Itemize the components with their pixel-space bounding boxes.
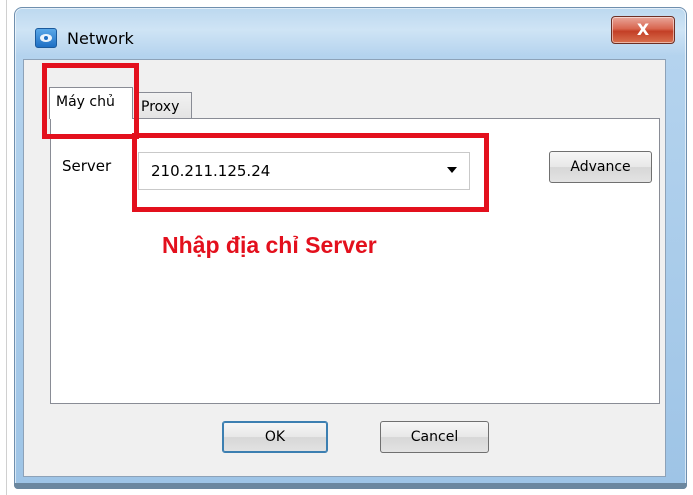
server-label: Server	[62, 157, 112, 175]
annotation-text: Nhập địa chỉ Server	[162, 232, 377, 258]
ok-button[interactable]: OK	[222, 421, 328, 453]
network-app-icon	[35, 28, 57, 48]
tab-may-chu[interactable]: Máy chủ	[49, 87, 133, 119]
background-frame	[0, 0, 7, 495]
window-title: Network	[67, 29, 134, 48]
cancel-button[interactable]: Cancel	[380, 421, 489, 453]
highlight-box-server	[132, 133, 489, 212]
close-button[interactable]: X	[611, 16, 675, 44]
tab-proxy[interactable]: Proxy	[134, 92, 192, 119]
advance-button[interactable]: Advance	[549, 151, 652, 183]
